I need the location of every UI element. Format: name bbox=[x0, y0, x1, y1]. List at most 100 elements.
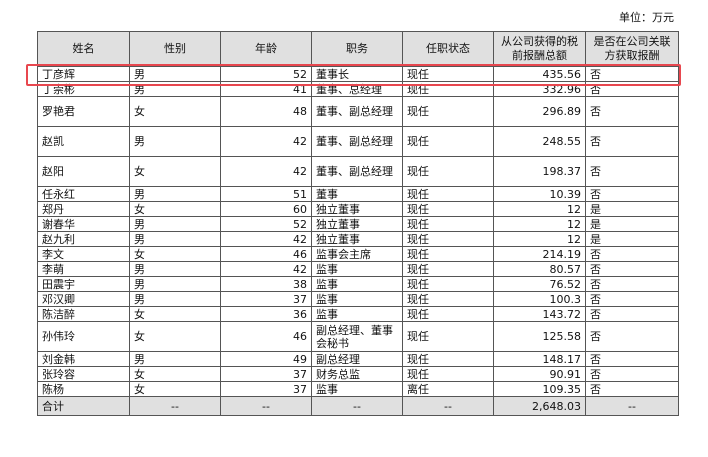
cell-related: 是 bbox=[585, 201, 679, 217]
table-row: 谢春华男 52 独立董事 现任 12 是 bbox=[37, 216, 679, 232]
cell-pay: 109.35 bbox=[493, 381, 586, 397]
cell-name: 罗艳君 bbox=[37, 96, 130, 127]
cell-status: 离任 bbox=[402, 381, 494, 397]
cell-related: 否 bbox=[585, 381, 679, 397]
cell-related: 是 bbox=[585, 216, 679, 232]
compensation-table: 姓名 性别 年龄 职务 任职状态 从公司获得的税前报酬总额 是否在公司关联方获取… bbox=[37, 31, 679, 416]
cell-position: 监事 bbox=[311, 291, 403, 307]
cell-pay: 12 bbox=[493, 201, 586, 217]
cell-pay: 296.89 bbox=[493, 96, 586, 127]
cell-pay: 100.3 bbox=[493, 291, 586, 307]
total-age: -- bbox=[220, 396, 312, 416]
cell-name: 赵九利 bbox=[37, 231, 130, 247]
cell-position: 独立董事 bbox=[311, 216, 403, 232]
table-row: 邓汉卿男 37 监事 现任 100.3 否 bbox=[37, 291, 679, 307]
cell-related: 否 bbox=[585, 126, 679, 157]
total-label: 合计 bbox=[37, 396, 130, 416]
cell-name: 孙伟玲 bbox=[37, 321, 130, 352]
cell-pay: 90.91 bbox=[493, 366, 586, 382]
cell-pay: 125.58 bbox=[493, 321, 586, 352]
cell-pay: 198.37 bbox=[493, 156, 586, 187]
total-gender: -- bbox=[129, 396, 221, 416]
cell-status: 现任 bbox=[402, 231, 494, 247]
cell-pay: 148.17 bbox=[493, 351, 586, 367]
cell-name: 田震宇 bbox=[37, 276, 130, 292]
cell-status: 现任 bbox=[402, 156, 494, 187]
cell-age: 49 bbox=[220, 351, 312, 367]
cell-status: 现任 bbox=[402, 246, 494, 262]
cell-related: 否 bbox=[585, 246, 679, 262]
cell-related: 否 bbox=[585, 66, 679, 82]
cell-age: 37 bbox=[220, 381, 312, 397]
cell-gender: 男 bbox=[129, 351, 221, 367]
cell-related: 否 bbox=[585, 81, 679, 97]
table-row: 郑丹女 60 独立董事 现任 12 是 bbox=[37, 201, 679, 217]
cell-related: 否 bbox=[585, 291, 679, 307]
cell-gender: 男 bbox=[129, 261, 221, 277]
cell-status: 现任 bbox=[402, 96, 494, 127]
cell-age: 42 bbox=[220, 156, 312, 187]
cell-status: 现任 bbox=[402, 351, 494, 367]
cell-age: 41 bbox=[220, 81, 312, 97]
cell-age: 48 bbox=[220, 96, 312, 127]
cell-pay: 248.55 bbox=[493, 126, 586, 157]
header-gender: 性别 bbox=[129, 31, 221, 67]
cell-gender: 女 bbox=[129, 201, 221, 217]
table-row: 田震宇男 38 监事 现任 76.52 否 bbox=[37, 276, 679, 292]
table-row: 孙伟玲女 46 副总经理、董事会秘书 现任 125.58 否 bbox=[37, 321, 679, 352]
table-row: 李萌男 42 监事 现任 80.57 否 bbox=[37, 261, 679, 277]
cell-status: 现任 bbox=[402, 66, 494, 82]
cell-position: 副总经理、董事会秘书 bbox=[311, 321, 403, 352]
cell-age: 42 bbox=[220, 126, 312, 157]
cell-gender: 女 bbox=[129, 246, 221, 262]
cell-position: 董事、副总经理 bbox=[311, 126, 403, 157]
cell-related: 否 bbox=[585, 321, 679, 352]
cell-related: 否 bbox=[585, 366, 679, 382]
table-row: 张玲容女 37 财务总监 现任 90.91 否 bbox=[37, 366, 679, 382]
cell-age: 37 bbox=[220, 366, 312, 382]
cell-position: 独立董事 bbox=[311, 201, 403, 217]
cell-gender: 男 bbox=[129, 66, 221, 82]
cell-related: 否 bbox=[585, 261, 679, 277]
total-position: -- bbox=[311, 396, 403, 416]
cell-position: 监事 bbox=[311, 276, 403, 292]
cell-status: 现任 bbox=[402, 201, 494, 217]
cell-gender: 男 bbox=[129, 291, 221, 307]
total-related: -- bbox=[585, 396, 679, 416]
cell-age: 38 bbox=[220, 276, 312, 292]
table-row: 丁崇彬男 41 董事、总经理 现任 332.96 否 bbox=[37, 81, 679, 97]
cell-status: 现任 bbox=[402, 261, 494, 277]
cell-position: 董事长 bbox=[311, 66, 403, 82]
cell-related: 否 bbox=[585, 96, 679, 127]
cell-age: 42 bbox=[220, 261, 312, 277]
cell-gender: 男 bbox=[129, 276, 221, 292]
cell-name: 邓汉卿 bbox=[37, 291, 130, 307]
table-row: 赵凯男 42 董事、副总经理 现任 248.55 否 bbox=[37, 126, 679, 157]
header-status: 任职状态 bbox=[402, 31, 494, 67]
cell-pay: 12 bbox=[493, 231, 586, 247]
cell-name: 李文 bbox=[37, 246, 130, 262]
cell-status: 现任 bbox=[402, 306, 494, 322]
cell-position: 独立董事 bbox=[311, 231, 403, 247]
cell-gender: 男 bbox=[129, 186, 221, 202]
cell-age: 51 bbox=[220, 186, 312, 202]
total-status: -- bbox=[402, 396, 494, 416]
cell-position: 财务总监 bbox=[311, 366, 403, 382]
cell-related: 否 bbox=[585, 276, 679, 292]
table-row: 陈洁醉女 36 监事 现任 143.72 否 bbox=[37, 306, 679, 322]
cell-status: 现任 bbox=[402, 291, 494, 307]
table-row: 罗艳君女 48 董事、副总经理 现任 296.89 否 bbox=[37, 96, 679, 127]
unit-label: 单位：万元 bbox=[619, 11, 674, 24]
cell-gender: 男 bbox=[129, 216, 221, 232]
cell-age: 36 bbox=[220, 306, 312, 322]
cell-pay: 76.52 bbox=[493, 276, 586, 292]
cell-position: 董事 bbox=[311, 186, 403, 202]
cell-pay: 80.57 bbox=[493, 261, 586, 277]
cell-age: 60 bbox=[220, 201, 312, 217]
table-row: 赵九利男 42 独立董事 现任 12 是 bbox=[37, 231, 679, 247]
cell-gender: 男 bbox=[129, 126, 221, 157]
cell-status: 现任 bbox=[402, 321, 494, 352]
table-row: 李文女 46 监事会主席 现任 214.19 否 bbox=[37, 246, 679, 262]
cell-name: 张玲容 bbox=[37, 366, 130, 382]
cell-name: 刘金韩 bbox=[37, 351, 130, 367]
